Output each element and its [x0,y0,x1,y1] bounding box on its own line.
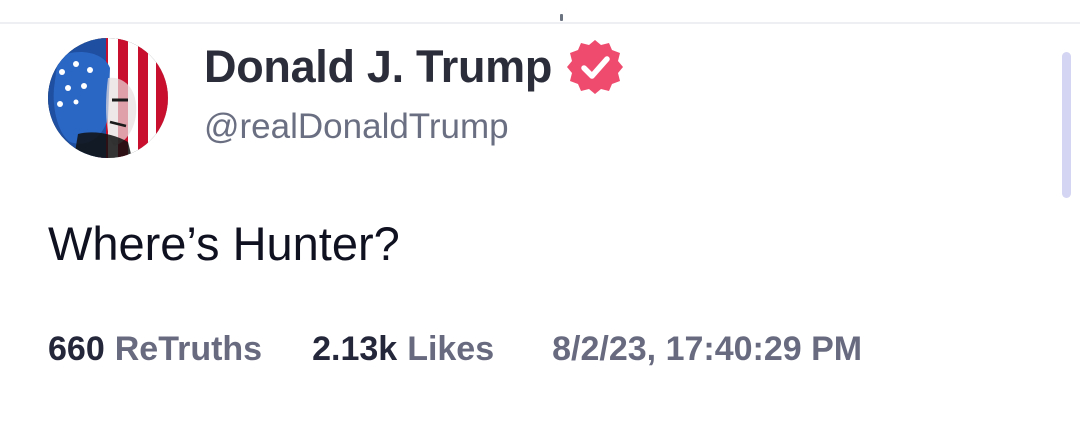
post-stats: 660 ReTruths 2.13k Likes 8/2/23, 17:40:29 … [48,330,862,369]
post-timestamp: 8/2/23, 17:40:29 PM [552,330,863,368]
scrollbar-thumb[interactable] [1062,52,1071,198]
avatar[interactable] [48,38,168,158]
likes-count: 2.13k [312,330,398,368]
author-name-row: Donald J. Trump [204,38,624,96]
post-text: Where’s Hunter? [48,217,400,270]
retruths-stat[interactable]: 660 ReTruths [48,330,262,369]
likes-stat[interactable]: 2.13k Likes [312,330,494,369]
retruths-label: ReTruths [114,330,263,368]
top-clip-mark [560,14,563,21]
verified-badge-icon [566,38,624,96]
flag-portrait-avatar-icon [48,38,168,158]
likes-label: Likes [407,330,495,368]
display-name[interactable]: Donald J. Trump [204,39,552,95]
top-divider [0,22,1080,24]
author-handle[interactable]: @realDonaldTrump [204,104,509,150]
retruths-count: 660 [48,330,105,368]
